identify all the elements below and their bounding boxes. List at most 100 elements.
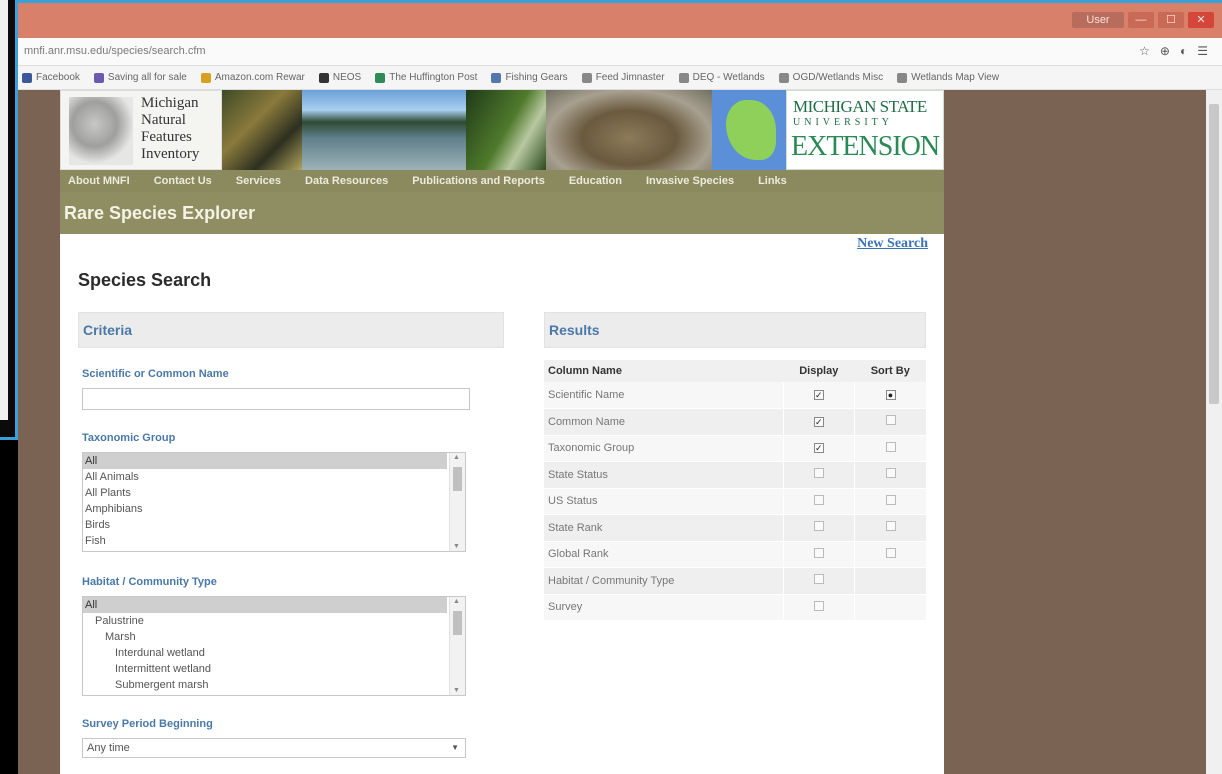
bookmark-item[interactable]: Facebook <box>22 72 80 83</box>
bookmark-item[interactable]: OGD/Wetlands Misc <box>778 72 883 83</box>
display-cell <box>782 541 855 568</box>
bookmark-item[interactable]: The Huffington Post <box>375 72 477 83</box>
display-checkbox[interactable] <box>813 468 824 479</box>
bookmark-favicon-icon <box>375 72 386 83</box>
display-checkbox[interactable] <box>813 574 824 585</box>
mnfi-line: Inventory <box>141 146 200 162</box>
maximize-button[interactable]: ☐ <box>1158 12 1184 28</box>
url-text[interactable]: mnfi.anr.msu.edu/species/search.cfm <box>24 45 206 57</box>
msu-line1: MICHIGAN STATE <box>793 97 927 116</box>
browser-title-bar: User — ☐ ✕ <box>18 0 1222 38</box>
nav-data-resources[interactable]: Data Resources <box>305 175 388 187</box>
bookmark-item[interactable]: Amazon.com Rewar <box>200 72 305 83</box>
taxonomic-option[interactable]: Amphibians <box>83 501 465 517</box>
sort-radio[interactable] <box>885 415 896 426</box>
page-scroll-thumb[interactable] <box>1209 104 1219 404</box>
bookmark-item[interactable]: Feed Jimnaster <box>581 72 665 83</box>
taxonomic-option[interactable]: Fish <box>83 533 465 549</box>
bookmark-item[interactable]: Wetlands Map View <box>897 72 999 83</box>
sort-cell <box>854 461 926 489</box>
sort-radio[interactable] <box>885 521 896 532</box>
display-cell: ✓ <box>782 408 855 436</box>
nav-contact[interactable]: Contact Us <box>154 175 212 187</box>
habitat-type-list[interactable]: All Palustrine Marsh Interdunal wetland Inte… <box>82 596 466 696</box>
page-scrollbar[interactable] <box>1206 90 1222 774</box>
scroll-up-icon[interactable]: ▲ <box>453 454 460 461</box>
results-column-name: US Status <box>544 488 784 515</box>
page-header-title: Rare Species Explorer <box>64 203 256 223</box>
taxonomic-option[interactable]: All Animals <box>83 469 465 485</box>
taxonomic-option[interactable]: All Plants <box>83 485 465 501</box>
habitat-label: Habitat / Community Type <box>82 576 217 588</box>
mnfi-line: Natural <box>141 112 186 128</box>
sort-radio[interactable] <box>885 468 896 479</box>
results-header: Results <box>544 312 926 348</box>
display-checkbox[interactable]: ✓ <box>813 416 824 427</box>
display-checkbox[interactable] <box>813 547 824 558</box>
habitat-option[interactable]: Marsh <box>83 629 465 645</box>
sort-radio[interactable]: ● <box>885 390 896 400</box>
scroll-thumb[interactable] <box>453 467 462 491</box>
scroll-up-icon[interactable]: ▲ <box>453 598 460 605</box>
habitat-option[interactable]: Interdunal wetland <box>83 645 465 661</box>
msu-extension-logo[interactable]: MICHIGAN STATE UNIVERSITY EXTENSION <box>786 90 944 170</box>
extension-2-icon[interactable]: ◐ <box>1180 44 1187 58</box>
display-checkbox[interactable]: ✓ <box>813 390 824 400</box>
taxonomic-option[interactable]: Birds <box>83 517 465 533</box>
mnfi-line: Features <box>141 129 192 145</box>
minimize-button[interactable]: — <box>1128 12 1154 28</box>
sort-radio[interactable] <box>885 547 896 558</box>
nav-links[interactable]: Links <box>758 175 787 187</box>
nav-services[interactable]: Services <box>236 175 281 187</box>
scroll-thumb[interactable] <box>453 611 462 635</box>
extension-icon[interactable]: ⊕ <box>1160 44 1170 58</box>
sort-radio[interactable] <box>885 494 896 505</box>
address-bar-icons: ☆ ⊕ ◐ ☰ <box>1139 44 1208 58</box>
msu-line3: EXTENSION <box>791 131 940 162</box>
bookmark-item[interactable]: Fishing Gears <box>491 72 568 83</box>
bookmark-favicon-icon <box>581 72 592 83</box>
menu-icon[interactable]: ☰ <box>1197 44 1208 58</box>
display-checkbox[interactable] <box>813 600 824 611</box>
bookmark-star-icon[interactable]: ☆ <box>1139 44 1150 58</box>
bookmark-item[interactable]: DEQ - Wetlands <box>678 72 765 83</box>
display-checkbox[interactable] <box>813 521 824 532</box>
results-columns-table: Column Name Display Sort By Scientific N… <box>544 360 926 621</box>
bookmark-label: Feed Jimnaster <box>595 72 665 83</box>
sort-radio[interactable] <box>885 441 896 452</box>
mnfi-logo[interactable]: Michigan Natural Features Inventory <box>60 90 222 170</box>
close-button[interactable]: ✕ <box>1188 12 1214 28</box>
user-profile-button[interactable]: User <box>1072 12 1124 28</box>
habitat-option[interactable]: Submergent marsh <box>83 677 465 693</box>
habitat-option[interactable]: Intermittent wetland <box>83 661 465 677</box>
display-checkbox[interactable]: ✓ <box>813 443 824 454</box>
new-search-link[interactable]: New Search <box>857 236 928 252</box>
nav-education[interactable]: Education <box>569 175 622 187</box>
taxonomic-option[interactable]: All <box>83 453 447 469</box>
survey-period-select[interactable]: Any time ▼ <box>82 738 466 758</box>
scroll-down-icon[interactable]: ▼ <box>453 543 460 550</box>
sort-cell <box>854 514 926 542</box>
habitat-option[interactable]: Palustrine <box>83 613 465 629</box>
taxonomic-group-list[interactable]: All All Animals All Plants Amphibians Birds F… <box>82 452 466 552</box>
bookmark-label: The Huffington Post <box>389 72 478 83</box>
bookmark-label: Fishing Gears <box>505 72 568 83</box>
results-table-body: Scientific Name ✓ ● Common Name ✓ Taxonomic G… <box>544 382 926 621</box>
name-search-input[interactable] <box>82 388 470 410</box>
bookmark-item[interactable]: NEOS <box>318 72 361 83</box>
nav-about[interactable]: About MNFI <box>68 175 130 187</box>
results-column-name: State Rank <box>544 514 784 542</box>
scroll-down-icon[interactable]: ▼ <box>453 687 460 694</box>
taxonomic-list-scrollbar[interactable]: ▲ ▼ <box>449 453 465 551</box>
criteria-title: Criteria <box>83 322 133 338</box>
results-row: Survey <box>544 594 926 621</box>
results-row: Global Rank <box>544 541 926 568</box>
nav-publications[interactable]: Publications and Reports <box>412 175 545 187</box>
banner-photo-flower <box>466 90 546 170</box>
nav-invasive-species[interactable]: Invasive Species <box>646 175 734 187</box>
habitat-option[interactable]: All <box>83 597 447 613</box>
display-checkbox[interactable] <box>813 494 824 505</box>
bookmark-item[interactable]: Saving all for sale <box>93 72 187 83</box>
address-bar[interactable]: mnfi.anr.msu.edu/species/search.cfm ☆ ⊕ … <box>18 38 1222 66</box>
habitat-list-scrollbar[interactable]: ▲ ▼ <box>449 597 465 695</box>
